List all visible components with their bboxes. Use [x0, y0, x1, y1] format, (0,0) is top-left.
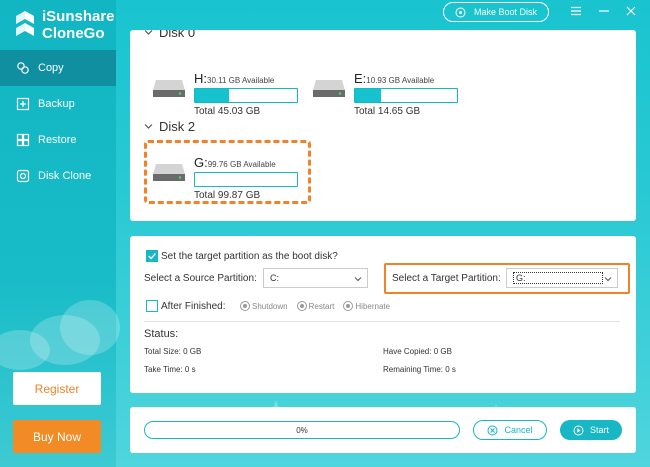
- chevron-down-icon: [144, 30, 153, 35]
- copy-icon: [17, 62, 29, 74]
- sidebar-item-label: Disk Clone: [38, 170, 92, 182]
- target-partition-highlight: [384, 263, 630, 294]
- source-partition-select[interactable]: C:: [263, 268, 368, 288]
- app-title-line2: CloneGo: [42, 25, 105, 42]
- make-boot-disk-label: Make Boot Disk: [473, 7, 538, 17]
- partition-letter: E:10.93 GB Available: [354, 71, 435, 86]
- partition-total: Total 45.03 GB: [194, 106, 261, 117]
- logo-icon: [16, 11, 34, 36]
- start-button[interactable]: Start: [560, 420, 622, 440]
- cancel-icon: [487, 425, 498, 435]
- after-finished-checkbox[interactable]: [146, 300, 158, 312]
- progress-bar: 0%: [144, 421, 460, 439]
- backup-icon: [16, 97, 30, 111]
- close-icon[interactable]: [624, 4, 638, 18]
- source-partition-label: Select a Source Partition:: [144, 273, 257, 284]
- disk-2-heading[interactable]: Disk 2: [144, 119, 195, 134]
- make-boot-disk-button[interactable]: Make Boot Disk: [443, 2, 549, 22]
- buy-now-button[interactable]: Buy Now: [13, 420, 101, 453]
- take-time: Take Time: 0 s: [144, 365, 196, 374]
- checkmark-icon: [148, 253, 156, 260]
- hard-drive-icon: [313, 80, 345, 97]
- cloud-decoration: [60, 300, 120, 355]
- register-button[interactable]: Register: [13, 372, 101, 405]
- menu-icon[interactable]: [569, 4, 583, 18]
- usage-fill: [195, 89, 229, 102]
- partition-h[interactable]: H:30.11 GB Available Total 45.03 GB: [152, 66, 302, 117]
- start-label: Start: [589, 425, 609, 435]
- progress-percent: 0%: [296, 425, 308, 435]
- cloud-decoration: [0, 330, 50, 370]
- boot-disk-checkbox[interactable]: [146, 250, 158, 262]
- disk-clone-icon: [16, 169, 30, 183]
- cancel-button[interactable]: Cancel: [473, 420, 547, 440]
- chevron-down-icon: [144, 124, 153, 129]
- boot-disk-icon: [455, 7, 466, 17]
- play-icon: [573, 425, 584, 435]
- usage-fill: [355, 89, 381, 102]
- sidebar-item-copy[interactable]: Copy: [0, 50, 116, 86]
- progress-panel: 0% Cancel Start: [130, 407, 636, 453]
- divider: [144, 321, 620, 322]
- cancel-label: Cancel: [504, 425, 533, 435]
- after-finished-label: After Finished:: [161, 300, 226, 312]
- sidebar-item-disk-clone[interactable]: Disk Clone: [0, 158, 116, 194]
- chevron-down-icon: [354, 277, 362, 282]
- partition-usage-bar: [354, 88, 458, 103]
- disk-0-label: Disk 0: [159, 30, 196, 40]
- sidebar-item-label: Copy: [38, 62, 64, 74]
- remaining-time: Remaining Time: 0 s: [383, 365, 456, 374]
- settings-panel: Set the target partition as the boot dis…: [130, 236, 636, 393]
- disk-0-heading[interactable]: Disk 0: [144, 30, 195, 40]
- sidebar: iSunshare CloneGo Copy Backup Restore Di…: [0, 0, 120, 467]
- shutdown-radio[interactable]: [240, 301, 250, 311]
- app-title-line1: iSunshare: [42, 8, 115, 25]
- restore-icon: [16, 133, 30, 147]
- restart-radio[interactable]: [296, 301, 307, 311]
- source-partition-value: C:: [270, 273, 279, 283]
- status-heading: Status:: [144, 328, 179, 340]
- minimize-icon[interactable]: [597, 4, 611, 18]
- partition-usage-bar: [194, 88, 298, 103]
- shutdown-label: Shutdown: [252, 301, 288, 311]
- have-copied: Have Copied: 0 GB: [383, 347, 452, 356]
- partition-e[interactable]: E:10.93 GB Available Total 14.65 GB: [312, 66, 462, 117]
- hibernate-radio[interactable]: [343, 301, 354, 311]
- sidebar-item-label: Restore: [38, 134, 77, 146]
- restart-label: Restart: [308, 301, 335, 311]
- sidebar-item-restore[interactable]: Restore: [0, 122, 116, 158]
- partition-letter: H:30.11 GB Available: [194, 71, 275, 86]
- total-size: Total Size: 0 GB: [144, 347, 202, 356]
- selected-partition-highlight: [144, 140, 311, 204]
- partition-total: Total 14.65 GB: [354, 106, 421, 117]
- app-logo: iSunshare CloneGo: [14, 8, 115, 42]
- hibernate-label: Hibernate: [355, 301, 391, 311]
- sidebar-item-backup[interactable]: Backup: [0, 86, 116, 122]
- hard-drive-icon: [153, 80, 185, 97]
- boot-disk-label: Set the target partition as the boot dis…: [161, 250, 338, 262]
- sidebar-item-label: Backup: [38, 98, 75, 110]
- disk-2-label: Disk 2: [159, 119, 196, 134]
